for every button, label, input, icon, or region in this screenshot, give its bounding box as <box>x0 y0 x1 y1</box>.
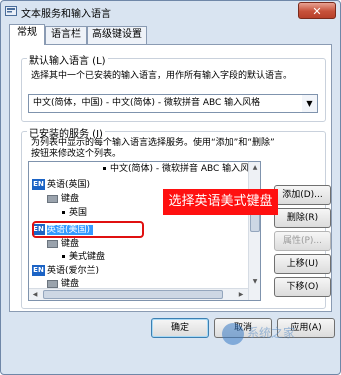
horizontal-scrollbar[interactable]: ◀ ▶ <box>29 288 248 300</box>
vertical-scrollbar[interactable]: ▲ ▼ <box>248 162 260 300</box>
button-label: 上移(U) <box>286 259 319 269</box>
bullet-icon <box>62 255 65 258</box>
move-up-button[interactable]: 上移(U) <box>274 254 331 274</box>
ok-button[interactable]: 确定 <box>151 318 209 338</box>
default-language-select[interactable]: 中文(简体，中国) - 中文(简体) - 微软拼音 ABC 输入风格 ▼ <box>28 94 318 113</box>
selection-highlight-outline <box>32 221 144 238</box>
button-label: 下移(O) <box>286 282 319 292</box>
tree-item-service[interactable]: 中文(简体) - 微软拼音 ABC 输入风格 <box>103 163 258 176</box>
window-title: 文本服务和输入语言 <box>21 9 111 20</box>
default-language-legend: 默认输入语言 (L) <box>27 52 108 67</box>
scroll-left-icon[interactable]: ◀ <box>29 289 41 300</box>
move-down-button[interactable]: 下移(O) <box>274 277 331 297</box>
watermark-text: 系统之家 <box>247 326 296 340</box>
keyboard-icon <box>47 279 58 288</box>
button-label: 添加(D)... <box>282 190 323 200</box>
remove-button[interactable]: 删除(R) <box>274 208 331 228</box>
tree-item-label: 英国 <box>69 208 88 218</box>
bullet-icon <box>103 167 106 170</box>
tree-item-language[interactable]: EN 英语(英国) <box>32 179 90 192</box>
close-button[interactable]: ✕ <box>298 2 336 19</box>
tree-item-label: 键盘 <box>61 194 80 204</box>
language-badge-icon: EN <box>32 179 45 190</box>
language-badge-icon: EN <box>32 265 45 276</box>
annotation-callout: 选择英语美式键盘 <box>163 189 278 215</box>
tab-language-bar[interactable]: 语言栏 <box>45 26 87 44</box>
scrollbar-thumb[interactable] <box>43 290 223 299</box>
tree-item-service[interactable]: 英国 <box>62 207 87 220</box>
tree-item-label: 英语(爱尔兰) <box>47 266 100 276</box>
tree-item-service[interactable]: 美式键盘 <box>62 251 105 264</box>
tab-label: 常规 <box>17 27 37 38</box>
tree-item-label: 中文(简体) - 微软拼音 ABC 输入风格 <box>110 164 259 174</box>
button-label: 删除(R) <box>286 213 319 223</box>
close-icon: ✕ <box>312 5 322 18</box>
tab-label: 语言栏 <box>51 29 81 40</box>
properties-button[interactable]: 属性(P)... <box>274 231 331 251</box>
select-value: 中文(简体，中国) - 中文(简体) - 微软拼音 ABC 输入风格 <box>33 98 261 108</box>
installed-services-description-2: 按钮来修改这个列表。 <box>31 149 122 159</box>
tab-general[interactable]: 常规 <box>9 24 45 45</box>
button-label: 确定 <box>170 323 189 333</box>
tree-item-group[interactable]: 键盘 <box>47 193 79 206</box>
keyboard-icon <box>47 194 58 203</box>
bullet-icon <box>62 211 65 214</box>
tree-item-label: 键盘 <box>61 239 80 249</box>
tree-item-language[interactable]: EN 英语(爱尔兰) <box>32 265 99 278</box>
scroll-down-icon[interactable]: ▼ <box>249 276 260 288</box>
tree-item-label: 美式键盘 <box>69 252 106 262</box>
title-bar[interactable]: 文本服务和输入语言 ✕ <box>1 1 340 23</box>
button-label: 属性(P)... <box>282 236 323 246</box>
watermark-logo-icon <box>222 322 244 345</box>
tree-item-label: 英语(英国) <box>47 180 91 190</box>
tree-item-group[interactable]: 键盘 <box>47 238 79 251</box>
add-button[interactable]: 添加(D)... <box>274 185 331 205</box>
tab-label: 高级键设置 <box>92 29 142 40</box>
scroll-right-icon[interactable]: ▶ <box>235 289 247 300</box>
tab-advanced-key-settings[interactable]: 高级键设置 <box>87 26 147 44</box>
chevron-down-icon[interactable]: ▼ <box>302 95 317 112</box>
watermark: 系统之家 <box>222 318 337 348</box>
scroll-up-icon[interactable]: ▲ <box>249 162 260 174</box>
app-icon <box>5 6 17 16</box>
keyboard-icon <box>47 239 58 248</box>
default-language-description: 选择其中一个已安装的输入语言，用作所有输入字段的默认语言。 <box>31 71 293 81</box>
